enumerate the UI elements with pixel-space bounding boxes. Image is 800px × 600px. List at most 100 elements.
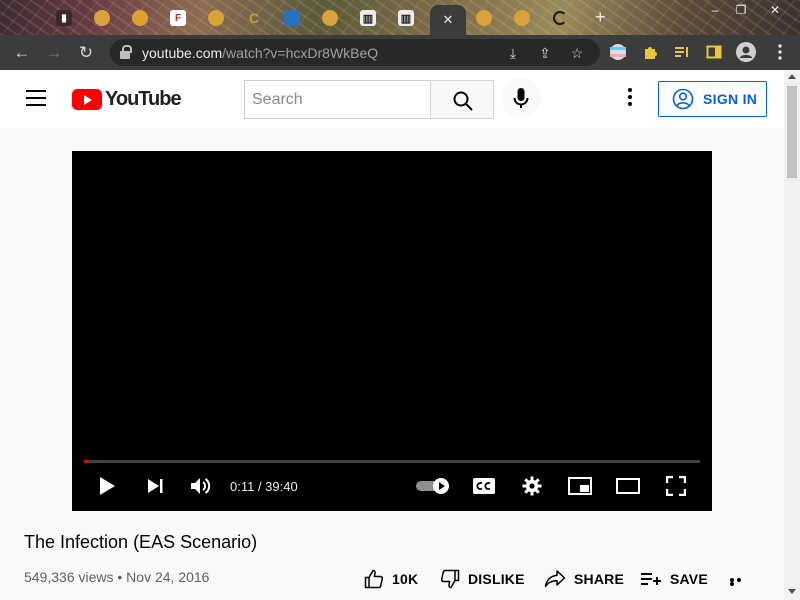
- browser-tab[interactable]: [466, 5, 502, 31]
- like-count: 10K: [392, 571, 419, 587]
- video-title: The Infection (EAS Scenario): [24, 532, 258, 552]
- microphone-icon: [513, 88, 529, 108]
- browser-tab[interactable]: [84, 5, 120, 31]
- browser-tab[interactable]: [504, 5, 540, 31]
- url-path: /watch?v=hcxDr8WkBeQ: [222, 45, 379, 61]
- favicon-f-icon: F: [170, 10, 186, 26]
- progress-bar[interactable]: [84, 460, 700, 463]
- share-label: SHARE: [574, 571, 625, 587]
- time-display: 0:11 / 39:40: [230, 479, 298, 494]
- watch-page: 0:11 / 39:40 The Infection (EAS Scenario…: [0, 128, 784, 600]
- miniplayer-icon: [568, 477, 592, 495]
- browser-tab-active[interactable]: ✕: [430, 5, 466, 35]
- dislike-button[interactable]: DISLIKE: [440, 569, 525, 589]
- share-icon: [544, 570, 566, 588]
- search-icon: [453, 91, 473, 111]
- browser-tab[interactable]: [542, 5, 578, 31]
- miniplayer-button[interactable]: [567, 473, 593, 499]
- browser-tab-strip: ▮ F C ▥ ▥ ✕ + – ❐ ✕: [0, 0, 800, 35]
- share-button[interactable]: SHARE: [544, 569, 624, 589]
- close-tab-icon[interactable]: ✕: [443, 12, 454, 28]
- sign-in-button[interactable]: SIGN IN: [658, 81, 767, 117]
- add-to-playlist-icon: [641, 573, 661, 585]
- settings-button[interactable]: [519, 473, 545, 499]
- emoji-icon: [476, 10, 492, 26]
- sign-in-label: SIGN IN: [703, 91, 758, 107]
- thumbs-down-icon: [440, 569, 460, 589]
- browser-tab[interactable]: [312, 5, 348, 31]
- more-actions-icon[interactable]: [730, 578, 748, 586]
- film-icon: ▮: [56, 10, 72, 26]
- reading-list-icon[interactable]: [672, 42, 692, 62]
- emoji-icon: [514, 10, 530, 26]
- browser-tab[interactable]: [198, 5, 234, 31]
- url-text[interactable]: youtube.com/watch?v=hcxDr8WkBeQ: [142, 45, 378, 61]
- browser-tab[interactable]: ▥: [388, 5, 424, 31]
- settings-menu-icon[interactable]: [626, 88, 634, 108]
- search-input[interactable]: [244, 80, 431, 119]
- video-player[interactable]: 0:11 / 39:40: [72, 151, 712, 511]
- url-host: youtube.com: [142, 45, 223, 61]
- building-icon: ▥: [360, 10, 376, 26]
- install-app-icon[interactable]: ⤓: [504, 44, 522, 62]
- voice-search-button[interactable]: [501, 78, 541, 118]
- guide-menu-icon[interactable]: [26, 90, 46, 106]
- scroll-thumb[interactable]: [787, 86, 797, 178]
- like-button[interactable]: 10K: [364, 569, 418, 589]
- autoplay-knob-icon: [433, 478, 449, 494]
- browser-tab[interactable]: [122, 5, 158, 31]
- fullscreen-icon: [666, 476, 686, 496]
- browser-tab[interactable]: [274, 5, 310, 31]
- building-icon: ▥: [398, 10, 414, 26]
- forward-arrow-icon[interactable]: →: [44, 43, 64, 63]
- next-button[interactable]: [142, 473, 168, 499]
- extensions-puzzle-icon[interactable]: [640, 42, 660, 62]
- reload-icon[interactable]: ↻: [76, 43, 96, 63]
- youtube-logo[interactable]: YouTube: [72, 87, 182, 110]
- skip-next-icon: [148, 479, 163, 493]
- play-icon: [100, 477, 115, 495]
- loading-icon: [553, 11, 567, 25]
- dislike-label: DISLIKE: [468, 571, 525, 587]
- new-tab-button[interactable]: +: [595, 8, 606, 26]
- youtube-play-icon: [72, 88, 102, 110]
- close-window-icon[interactable]: ✕: [760, 2, 790, 18]
- browser-menu-icon[interactable]: [770, 42, 790, 62]
- logo-c-icon: C: [248, 10, 260, 26]
- video-meta: 549,336 views • Nov 24, 2016: [24, 569, 210, 585]
- share-page-icon[interactable]: ⇪: [536, 44, 554, 62]
- extension-flag-icon[interactable]: [608, 42, 628, 62]
- fullscreen-button[interactable]: [663, 473, 689, 499]
- thumbs-up-icon: [364, 569, 384, 589]
- side-panel-icon[interactable]: [704, 42, 724, 62]
- bookmark-star-icon[interactable]: ☆: [568, 44, 586, 62]
- emoji-icon: [322, 10, 338, 26]
- account-icon: [672, 88, 694, 110]
- gear-icon: [522, 476, 542, 496]
- back-arrow-icon[interactable]: ←: [12, 43, 32, 63]
- theater-mode-button[interactable]: [615, 473, 641, 499]
- scroll-up-arrow-icon[interactable]: [788, 74, 796, 79]
- mute-button[interactable]: [188, 473, 214, 499]
- profile-avatar-icon[interactable]: [736, 42, 756, 62]
- browser-tab[interactable]: ▥: [350, 5, 386, 31]
- save-button[interactable]: SAVE: [640, 569, 708, 589]
- emoji-icon: [94, 10, 110, 26]
- browser-tab[interactable]: F: [160, 5, 196, 31]
- emoji-icon: [132, 10, 148, 26]
- volume-icon: [191, 478, 211, 494]
- play-button[interactable]: [94, 473, 120, 499]
- scroll-down-arrow-icon[interactable]: [788, 589, 796, 594]
- emoji-icon: [208, 10, 224, 26]
- browser-tab[interactable]: C: [236, 5, 272, 31]
- save-label: SAVE: [670, 571, 708, 587]
- subtitles-button[interactable]: [471, 473, 497, 499]
- restore-icon[interactable]: ❐: [726, 2, 756, 18]
- page-scrollbar[interactable]: [784, 70, 800, 600]
- browser-tab[interactable]: ▮: [46, 5, 82, 31]
- youtube-wordmark: YouTube: [105, 87, 182, 110]
- search-button[interactable]: [430, 80, 494, 119]
- youtube-header: YouTube SIGN IN: [0, 70, 784, 128]
- autoplay-toggle[interactable]: [416, 478, 450, 494]
- address-bar[interactable]: youtube.com/watch?v=hcxDr8WkBeQ ⤓ ⇪ ☆: [110, 39, 600, 66]
